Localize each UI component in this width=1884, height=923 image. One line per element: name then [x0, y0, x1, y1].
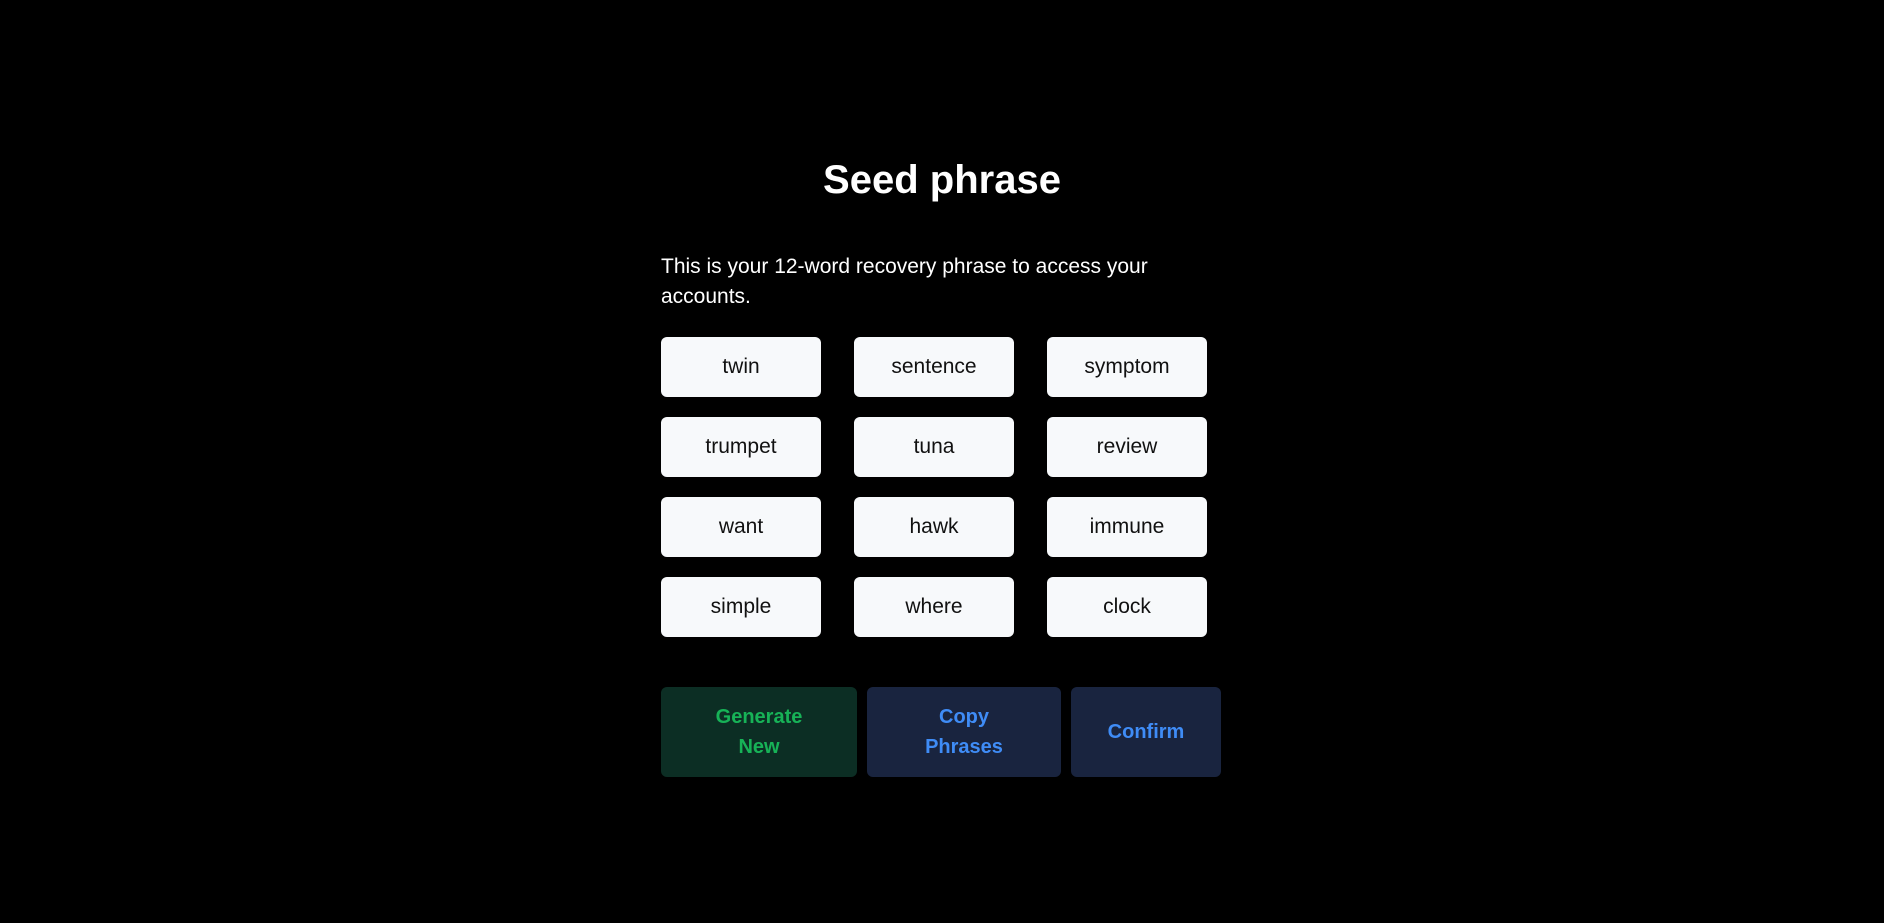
- generate-new-button[interactable]: Generate New: [661, 687, 857, 777]
- seed-word-5: tuna: [854, 417, 1014, 477]
- confirm-button[interactable]: Confirm: [1071, 687, 1221, 777]
- seed-word-1: twin: [661, 337, 821, 397]
- page-description: This is your 12-word recovery phrase to …: [661, 255, 1148, 308]
- seed-word-grid: twin sentence symptom trumpet tuna revie…: [661, 337, 1208, 637]
- generate-new-label: Generate New: [715, 706, 803, 758]
- copy-phrases-button[interactable]: Copy Phrases: [867, 687, 1061, 777]
- seed-word-8: hawk: [854, 497, 1014, 557]
- seed-word-10: simple: [661, 577, 821, 637]
- confirm-label: Confirm: [1107, 721, 1185, 743]
- seed-word-7: want: [661, 497, 821, 557]
- seed-word-4: trumpet: [661, 417, 821, 477]
- copy-phrases-label: Copy Phrases: [925, 706, 1003, 758]
- seed-word-2: sentence: [854, 337, 1014, 397]
- page-title: Seed phrase: [823, 158, 1061, 202]
- seed-phrase-page: Seed phrase This is your 12-word recover…: [0, 0, 1884, 923]
- seed-word-6: review: [1047, 417, 1207, 477]
- action-bar: Generate New Copy Phrases Confirm: [661, 687, 1221, 777]
- seed-word-9: immune: [1047, 497, 1207, 557]
- seed-word-12: clock: [1047, 577, 1207, 637]
- seed-word-11: where: [854, 577, 1014, 637]
- seed-word-3: symptom: [1047, 337, 1207, 397]
